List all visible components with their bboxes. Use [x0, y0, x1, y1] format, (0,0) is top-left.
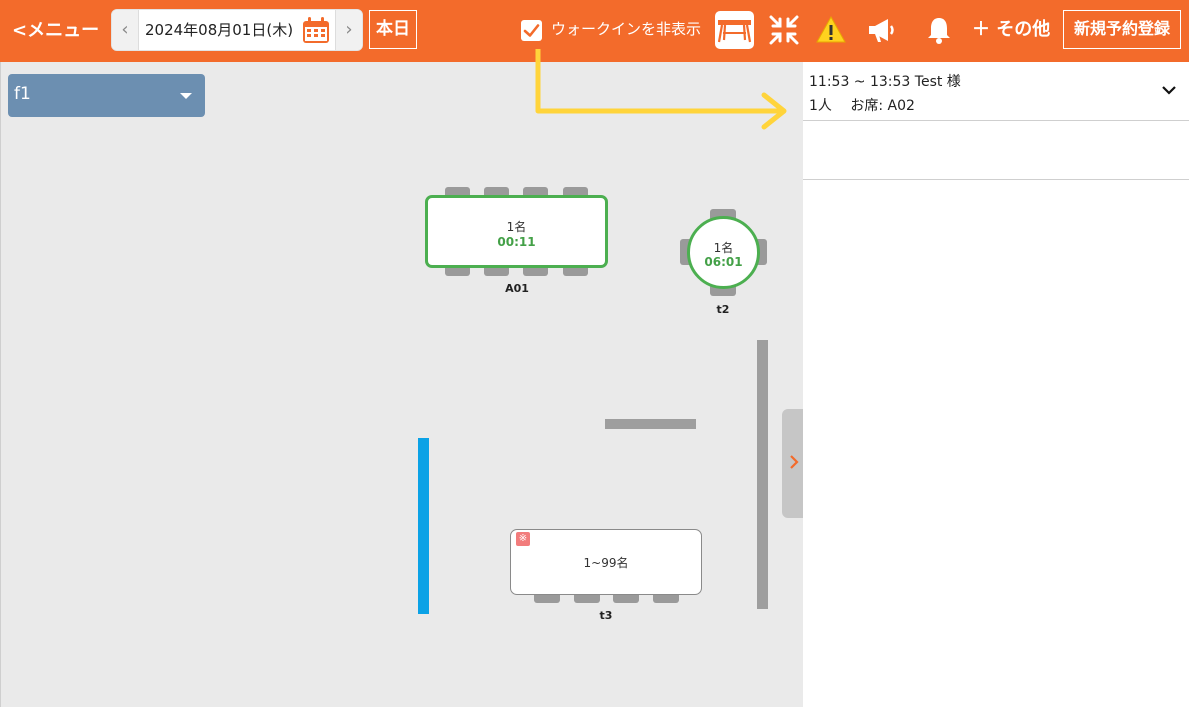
checkmark-icon — [523, 24, 540, 37]
bell-icon[interactable] — [923, 14, 955, 46]
panel-toggle-tab[interactable] — [782, 409, 804, 518]
date-next-button[interactable]: › — [335, 10, 362, 50]
date-prev-button[interactable]: ‹ — [112, 10, 139, 50]
table-t3[interactable]: ※ 1~99名 — [510, 529, 702, 595]
table-guest-count: 1~99名 — [583, 556, 629, 570]
table-name-label: A01 — [505, 282, 529, 295]
walkin-hide-checkbox[interactable] — [521, 20, 542, 41]
chevron-right-icon — [790, 455, 799, 469]
floor-selector-label: f1 — [14, 84, 31, 104]
table-view-button[interactable] — [715, 11, 754, 49]
window-wall — [418, 438, 429, 614]
chevron-down-icon[interactable] — [1161, 84, 1177, 96]
collapse-icon[interactable] — [768, 14, 800, 46]
table-name-label: t3 — [599, 609, 613, 622]
reservation-list-panel: 11:53 ~ 13:53 Test 様 1人 お席: A02 — [803, 62, 1189, 707]
table-name-label: t2 — [716, 303, 730, 316]
reservation-seat: お席: A02 — [850, 98, 915, 114]
date-navigator: ‹ 2024年08月01日(木) › — [111, 9, 363, 51]
today-button[interactable]: 本日 — [369, 10, 417, 49]
table-guest-count: 1名 — [506, 220, 527, 234]
date-display[interactable]: 2024年08月01日(木) — [145, 10, 293, 50]
warning-icon[interactable] — [815, 14, 847, 46]
table-t2[interactable]: 1名 06:01 — [687, 216, 760, 289]
reservation-list-item-empty — [803, 121, 1189, 180]
calendar-icon[interactable] — [302, 17, 330, 44]
reservation-party-seat: 1人 お席: A02 — [809, 95, 915, 115]
table-a01[interactable]: 1名 00:11 — [425, 195, 608, 268]
floor-plan: f1 1名 00:11 A01 1名 06:01 t2 ※ 1~99名 t3 — [0, 62, 804, 707]
top-toolbar: <メニュー ‹ 2024年08月01日(木) › 本日 ウォークインを非表示 ＋… — [0, 0, 1189, 62]
wall-horizontal — [605, 419, 696, 429]
table-elapsed-time: 00:11 — [497, 235, 536, 249]
more-options-button[interactable]: ＋ その他 — [972, 16, 1050, 44]
reservation-time-guest: 11:53 ~ 13:53 Test 様 — [809, 71, 961, 91]
table-view-icon — [717, 20, 752, 43]
reservation-time-range: 11:53 ~ 13:53 — [809, 74, 911, 90]
table-elapsed-time: 06:01 — [704, 255, 743, 269]
caret-down-icon — [180, 93, 192, 99]
reservation-list-item[interactable]: 11:53 ~ 13:53 Test 様 1人 お席: A02 — [803, 62, 1189, 121]
reservation-party-size: 1人 — [809, 98, 832, 114]
megaphone-icon[interactable] — [866, 14, 898, 46]
floor-selector[interactable]: f1 — [8, 74, 205, 117]
wall-vertical — [757, 340, 768, 609]
menu-back-button[interactable]: <メニュー — [12, 16, 99, 46]
new-reservation-button[interactable]: 新規予約登録 — [1063, 10, 1181, 49]
walkin-hide-label[interactable]: ウォークインを非表示 — [551, 18, 701, 39]
reservation-guest-name: Test 様 — [914, 74, 961, 90]
reservation-mark-icon: ※ — [516, 532, 530, 546]
table-guest-count: 1名 — [713, 241, 734, 255]
